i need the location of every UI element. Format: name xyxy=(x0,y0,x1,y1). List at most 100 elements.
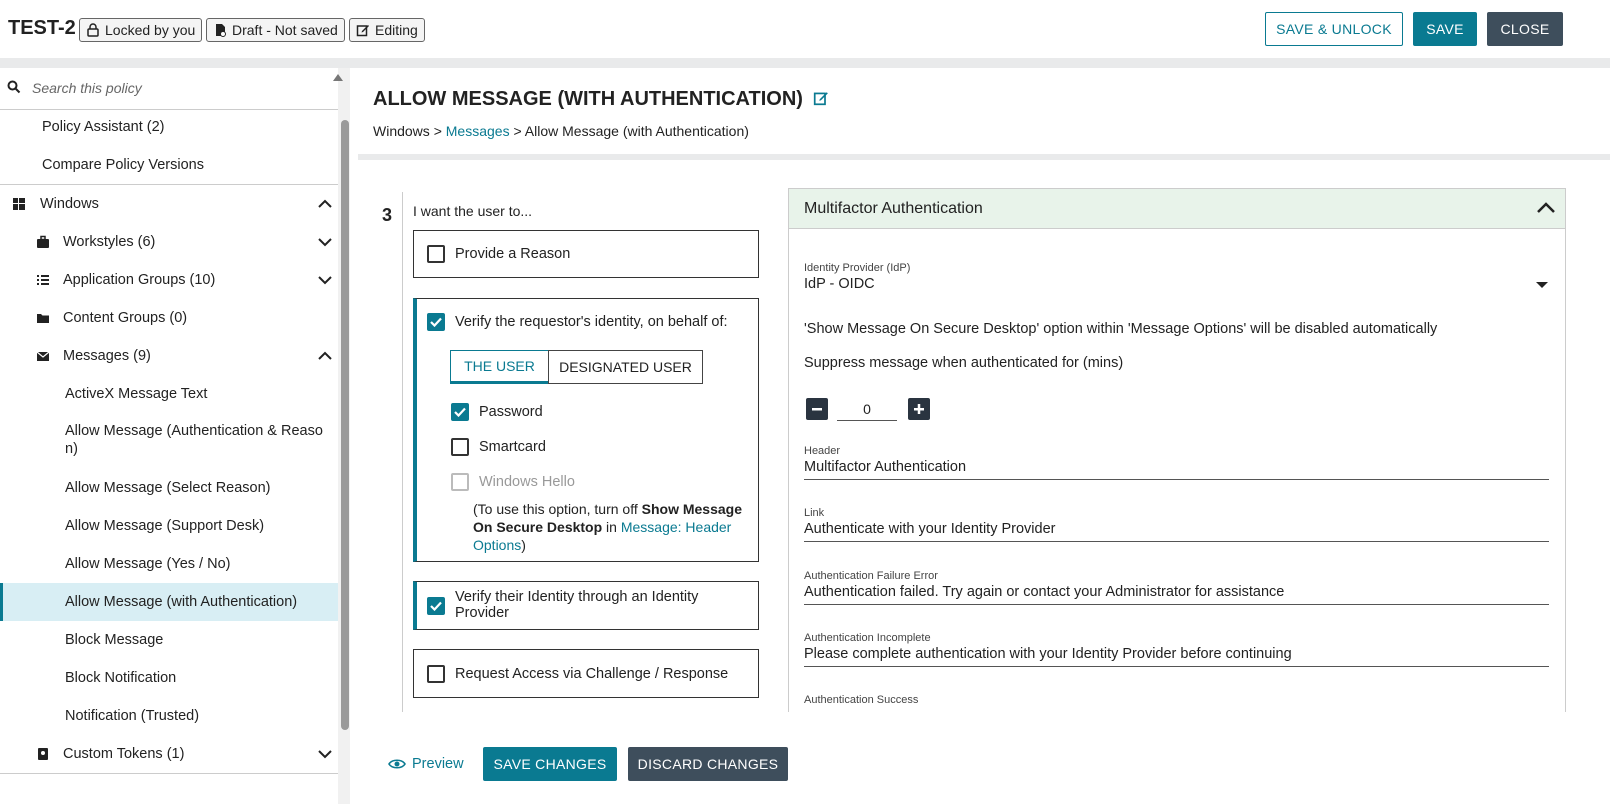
verify-identity-label: Verify the requestor's identity, on beha… xyxy=(455,314,728,330)
windows-hello-note: (To use this option, turn off Show Messa… xyxy=(473,500,753,554)
edit-title-icon[interactable] xyxy=(813,90,829,106)
idp-label: Identity Provider (IdP) xyxy=(804,262,911,274)
chevron-down-icon[interactable] xyxy=(318,275,332,285)
sidebar-item-messages[interactable]: Messages (9) xyxy=(0,337,338,375)
dropdown-caret-icon[interactable] xyxy=(1535,281,1549,289)
close-button[interactable]: CLOSE xyxy=(1487,12,1563,46)
search-input[interactable] xyxy=(32,76,332,100)
breadcrumb-separator: > xyxy=(433,123,442,139)
suppress-minutes-input[interactable]: 0 xyxy=(837,397,897,421)
sidebar-item-compare-versions[interactable]: Compare Policy Versions xyxy=(0,146,338,184)
auth-failure-value: Authentication failed. Try again or cont… xyxy=(804,582,1549,605)
idp-select[interactable]: Identity Provider (IdP) IdP - OIDC xyxy=(804,262,1549,296)
sidebar-item-label: Policy Assistant (2) xyxy=(42,119,165,135)
sidebar-item-notification-trusted[interactable]: Notification (Trusted) xyxy=(0,697,338,735)
sidebar-item-label: Allow Message (Select Reason) xyxy=(65,480,271,496)
password-checkbox[interactable] xyxy=(451,403,469,421)
sidebar-item-allow-with-auth[interactable]: Allow Message (with Authentication) xyxy=(0,583,338,621)
sidebar-item-custom-tokens[interactable]: Custom Tokens (1) xyxy=(0,735,338,773)
lock-icon xyxy=(87,23,99,37)
link-field[interactable]: Link Authenticate with your Identity Pro… xyxy=(804,507,1549,542)
file-icon xyxy=(216,24,226,37)
auth-success-field[interactable]: Authentication Success xyxy=(804,694,1549,706)
locked-badge-label: Locked by you xyxy=(105,22,196,38)
sidebar-item-block-message[interactable]: Block Message xyxy=(0,621,338,659)
verify-identity-checkbox[interactable] xyxy=(427,313,445,331)
option-verify-identity: Verify the requestor's identity, on beha… xyxy=(413,298,759,562)
scroll-up-arrow-icon[interactable] xyxy=(332,72,344,82)
note-text: (To use this option, turn off xyxy=(473,501,642,517)
sidebar-item-label: Custom Tokens (1) xyxy=(63,746,185,762)
briefcase-icon xyxy=(37,235,49,248)
sidebar-item-label: Notification (Trusted) xyxy=(65,708,200,724)
sidebar-item-label: Compare Policy Versions xyxy=(42,157,204,173)
step-number: 3 xyxy=(382,205,393,225)
sidebar-item-allow-yes-no[interactable]: Allow Message (Yes / No) xyxy=(0,545,338,583)
provide-reason-checkbox[interactable] xyxy=(427,245,445,263)
option-provide-reason[interactable]: Provide a Reason xyxy=(413,230,759,278)
sidebar-item-policy-assistant[interactable]: Policy Assistant (2) xyxy=(0,108,338,146)
sidebar-item-application-groups[interactable]: Application Groups (10) xyxy=(0,261,338,299)
auth-failure-field[interactable]: Authentication Failure Error Authenticat… xyxy=(804,570,1549,605)
provide-reason-label: Provide a Reason xyxy=(455,246,571,262)
sidebar-item-activex-message[interactable]: ActiveX Message Text xyxy=(0,375,338,413)
chevron-up-icon[interactable] xyxy=(1535,197,1557,219)
idp-value: IdP - OIDC xyxy=(804,276,875,292)
chevron-down-icon[interactable] xyxy=(318,749,332,759)
breadcrumb-messages-link[interactable]: Messages xyxy=(446,123,510,139)
search-icon xyxy=(7,80,21,94)
option-challenge-response[interactable]: Request Access via Challenge / Response xyxy=(413,649,759,698)
sidebar-item-content-groups[interactable]: Content Groups (0) xyxy=(0,299,338,337)
increment-button[interactable] xyxy=(908,398,930,420)
save-changes-button[interactable]: SAVE CHANGES xyxy=(483,747,617,781)
sidebar-item-workstyles[interactable]: Workstyles (6) xyxy=(0,223,338,261)
challenge-checkbox[interactable] xyxy=(427,665,445,683)
header-field[interactable]: Header Multifactor Authentication xyxy=(804,445,1549,480)
option-verify-idp: Verify their Identity through an Identit… xyxy=(413,581,759,630)
sidebar-item-allow-auth-reason[interactable]: Allow Message (Authentication & Reaso n) xyxy=(0,413,338,469)
page-title: ALLOW MESSAGE (WITH AUTHENTICATION) xyxy=(373,88,829,111)
discard-changes-button[interactable]: DISCARD CHANGES xyxy=(628,747,788,781)
page-title-text: ALLOW MESSAGE (WITH AUTHENTICATION) xyxy=(373,88,803,110)
sidebar-item-label: ActiveX Message Text xyxy=(65,386,208,402)
secure-desktop-info: 'Show Message On Secure Desktop' option … xyxy=(804,321,1438,337)
segment-the-user[interactable]: THE USER xyxy=(450,350,549,384)
decrement-button[interactable] xyxy=(806,398,828,420)
sidebar-item-block-notification[interactable]: Block Notification xyxy=(0,659,338,697)
preview-button[interactable]: Preview xyxy=(388,756,464,772)
breadcrumb-separator: > xyxy=(513,123,522,139)
sidebar-search xyxy=(0,68,338,110)
preview-label: Preview xyxy=(412,756,464,772)
chevron-up-icon[interactable] xyxy=(318,199,332,209)
provide-reason-row: Provide a Reason xyxy=(427,245,570,263)
verify-idp-checkbox[interactable] xyxy=(427,597,445,615)
sidebar-scroll-thumb[interactable] xyxy=(341,120,349,730)
action-footer: Preview SAVE CHANGES DISCARD CHANGES xyxy=(358,712,1610,804)
auth-incomplete-field[interactable]: Authentication Incomplete Please complet… xyxy=(804,632,1549,667)
smartcard-checkbox[interactable] xyxy=(451,438,469,456)
mfa-panel-title: Multifactor Authentication xyxy=(804,200,983,217)
chevron-up-icon[interactable] xyxy=(318,351,332,361)
password-row: Password xyxy=(451,403,543,421)
checkmark-icon xyxy=(430,317,442,327)
edit-icon xyxy=(356,25,369,37)
locked-badge: Locked by you xyxy=(79,18,203,42)
header-options-link[interactable]: Options xyxy=(473,537,521,553)
windows-icon xyxy=(13,198,25,210)
sidebar-item-label: Allow Message (Support Desk) xyxy=(65,518,265,534)
save-unlock-button[interactable]: SAVE & UNLOCK xyxy=(1265,12,1403,46)
sidebar-item-label: Allow Message (with Authentication) xyxy=(65,594,298,610)
chevron-down-icon[interactable] xyxy=(318,237,332,247)
verify-idp-label-line1: Verify their Identity through an Identit… xyxy=(455,589,699,605)
windows-hello-checkbox xyxy=(451,473,469,491)
mfa-panel-header[interactable]: Multifactor Authentication xyxy=(789,189,1565,229)
save-button[interactable]: SAVE xyxy=(1413,12,1477,46)
breadcrumb: Windows > Messages > Allow Message (with… xyxy=(373,123,749,139)
sidebar-item-label: Block Notification xyxy=(65,670,177,686)
policy-sidebar: Policy Assistant (2) Compare Policy Vers… xyxy=(0,68,350,804)
segment-designated-user[interactable]: DESIGNATED USER xyxy=(548,350,703,384)
sidebar-item-allow-support-desk[interactable]: Allow Message (Support Desk) xyxy=(0,507,338,545)
sidebar-item-windows[interactable]: Windows xyxy=(0,185,338,223)
sidebar-item-allow-select-reason[interactable]: Allow Message (Select Reason) xyxy=(0,469,338,507)
header-options-link[interactable]: Message: Header xyxy=(621,519,732,535)
